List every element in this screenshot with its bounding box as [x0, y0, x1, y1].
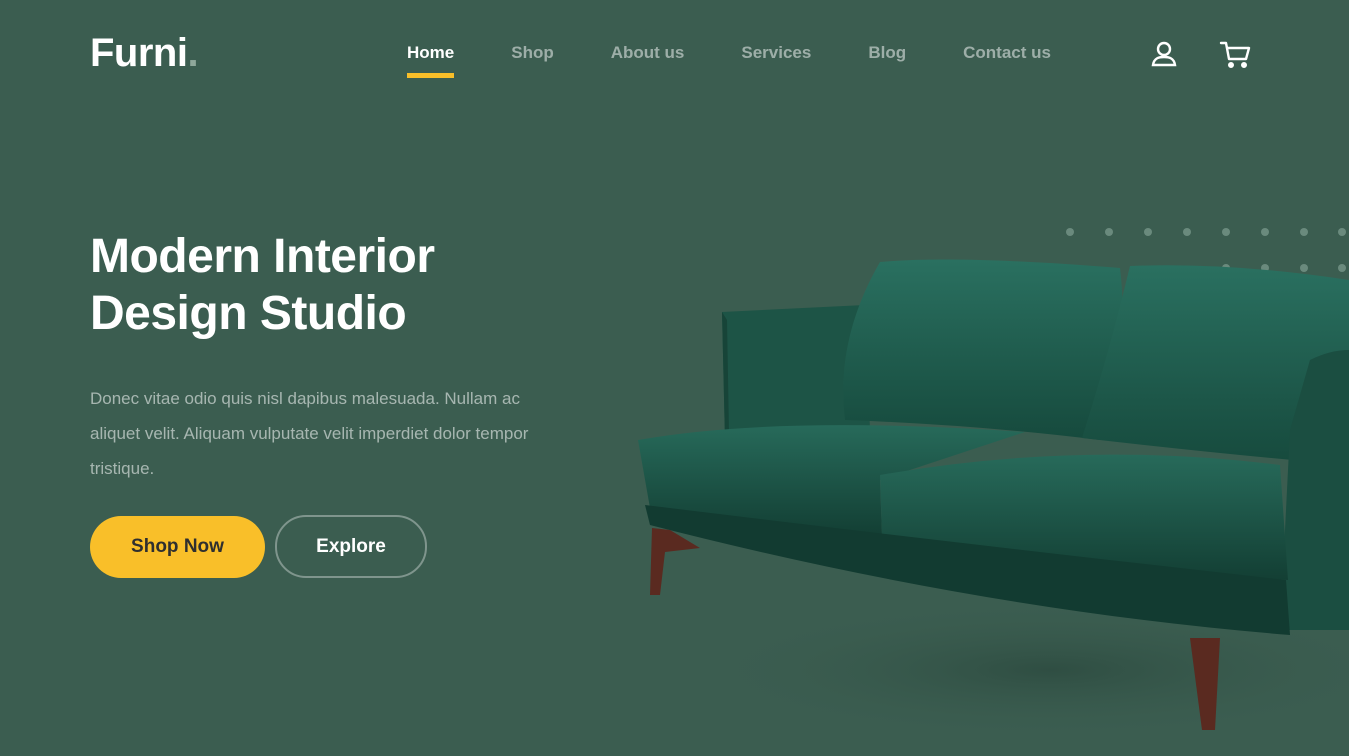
- explore-button[interactable]: Explore: [275, 515, 427, 578]
- nav-item-home[interactable]: Home: [407, 42, 455, 78]
- user-icon[interactable]: [1148, 38, 1180, 70]
- shop-now-button[interactable]: Shop Now: [90, 516, 265, 578]
- nav-item-about-us[interactable]: About us: [611, 42, 685, 64]
- hero-title: Modern Interior Design Studio: [90, 228, 610, 342]
- nav-item-services[interactable]: Services: [741, 42, 811, 64]
- cart-icon[interactable]: [1219, 38, 1251, 70]
- nav-item-blog[interactable]: Blog: [868, 42, 906, 64]
- hero-description: Donec vitae odio quis nisl dapibus males…: [90, 389, 529, 478]
- brand-logo[interactable]: Furni.: [90, 30, 199, 76]
- nav-item-contact-us[interactable]: Contact us: [963, 42, 1051, 64]
- hero-title-line-1: Modern Interior: [90, 230, 435, 283]
- brand-name: Furni: [90, 31, 188, 75]
- sofa-image: [638, 259, 1349, 740]
- main-nav: Home Shop About us Services Blog Contact…: [407, 42, 1108, 78]
- brand-dot: .: [187, 31, 199, 75]
- nav-item-shop[interactable]: Shop: [511, 42, 554, 64]
- site-header: Furni. Home Shop About us Services Blog …: [0, 0, 1349, 110]
- hero-title-line-2: Design Studio: [90, 287, 407, 340]
